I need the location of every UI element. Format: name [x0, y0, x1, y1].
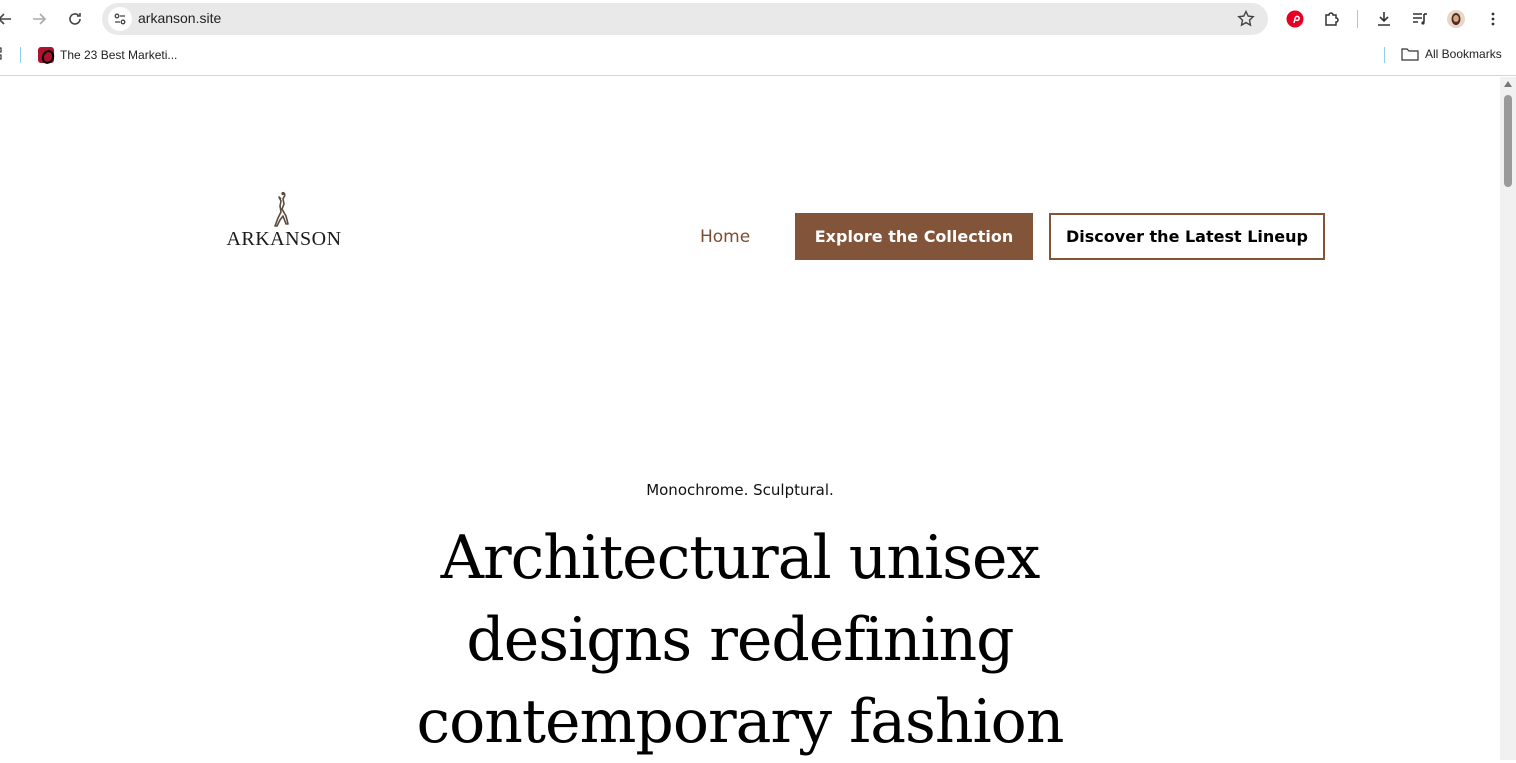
- forward-button[interactable]: [26, 6, 52, 32]
- site-logo[interactable]: ARKANSON: [222, 191, 346, 253]
- more-vertical-icon: [1491, 12, 1495, 26]
- star-icon[interactable]: [1236, 9, 1256, 29]
- reload-button[interactable]: [62, 6, 88, 32]
- sculpture-figure-icon: [274, 191, 289, 227]
- scrollbar-thumb[interactable]: [1504, 95, 1512, 187]
- logo-wordmark: ARKANSON: [226, 228, 342, 250]
- apps-grid-icon: [0, 47, 2, 60]
- browser-toolbar: arkanson.site: [0, 0, 1516, 38]
- hero-headline-line: Architectural unisex: [440, 523, 1041, 593]
- profile-button[interactable]: [1444, 7, 1468, 31]
- pinterest-icon: [1286, 10, 1304, 28]
- bookmark-label: The 23 Best Marketi...: [60, 48, 178, 62]
- all-bookmarks-button[interactable]: All Bookmarks: [1401, 47, 1502, 61]
- page-scrollbar[interactable]: [1500, 77, 1516, 760]
- tune-icon: [114, 13, 126, 25]
- media-control-button[interactable]: [1408, 7, 1432, 31]
- reload-icon: [69, 13, 81, 25]
- all-bookmarks-label: All Bookmarks: [1425, 47, 1502, 61]
- nav-home-link[interactable]: Home: [700, 227, 750, 247]
- web-page: ARKANSON Home Explore the Collection Dis…: [0, 77, 1500, 760]
- explore-collection-button[interactable]: Explore the Collection: [795, 213, 1033, 260]
- bookmark-divider-right: [1384, 47, 1385, 63]
- apps-button[interactable]: [0, 47, 6, 61]
- folder-icon: [1401, 48, 1419, 61]
- bookmark-divider: [20, 47, 21, 63]
- site-info-button[interactable]: [108, 7, 132, 31]
- downloads-button[interactable]: [1372, 7, 1396, 31]
- browser-menu-button[interactable]: [1481, 7, 1505, 31]
- discover-lineup-button[interactable]: Discover the Latest Lineup: [1049, 213, 1325, 260]
- puzzle-icon: [1325, 12, 1339, 26]
- extensions-button[interactable]: [1320, 7, 1344, 31]
- pinterest-extension-button[interactable]: [1283, 7, 1307, 31]
- browser-chrome: arkanson.site The 23 Best Marketi... All…: [0, 0, 1516, 76]
- queue-music-icon: [1413, 13, 1427, 25]
- hero-tagline: Monochrome. Sculptural.: [646, 481, 834, 499]
- hero-headline: Architectural unisex designs redefining …: [390, 517, 1090, 763]
- arrow-right-icon: [33, 13, 47, 25]
- arrow-left-icon: [0, 13, 11, 25]
- url-text: arkanson.site: [138, 10, 222, 26]
- back-button[interactable]: [0, 6, 18, 32]
- bookmark-favicon-icon: [38, 47, 54, 63]
- hero-headline-line: contemporary fashion: [416, 687, 1065, 757]
- address-bar[interactable]: arkanson.site: [102, 3, 1268, 35]
- download-icon: [1378, 12, 1390, 26]
- scroll-up-icon[interactable]: [1504, 81, 1512, 87]
- hero-headline-line: designs redefining: [466, 605, 1014, 675]
- avatar: [1447, 10, 1465, 28]
- bookmark-item[interactable]: The 23 Best Marketi...: [38, 47, 177, 63]
- toolbar-divider: [1357, 10, 1358, 28]
- bookmarks-bar: The 23 Best Marketi... All Bookmarks: [0, 40, 1516, 70]
